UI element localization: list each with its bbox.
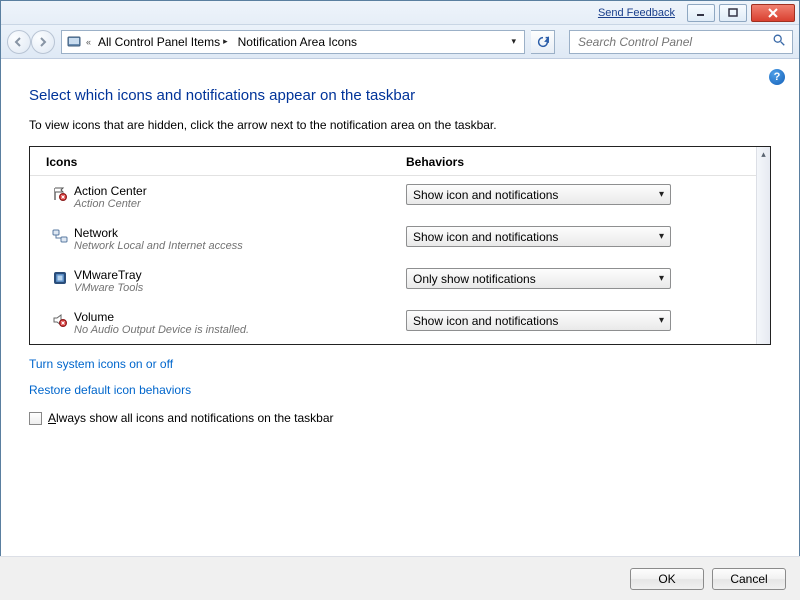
help-icon[interactable]: ? <box>769 69 785 85</box>
behavior-select[interactable]: Show icon and notifications <box>406 184 671 205</box>
icons-table: ▴ Icons Behaviors Action Center Action C… <box>29 146 771 345</box>
search-box[interactable] <box>569 30 793 54</box>
row-sub: Network Local and Internet access <box>74 240 406 252</box>
row-sub: VMware Tools <box>74 282 406 294</box>
page-title: Select which icons and notifications app… <box>29 87 771 104</box>
system-icons-link[interactable]: Turn system icons on or off <box>29 357 173 371</box>
vmware-icon <box>52 270 68 286</box>
content-pane: ? Select which icons and notifications a… <box>1 59 799 557</box>
titlebar: Send Feedback <box>1 1 799 25</box>
address-dropdown-icon[interactable]: ▾ <box>507 36 520 47</box>
ok-button[interactable]: OK <box>630 568 704 590</box>
navbar: « All Control Panel Items ▸ Notification… <box>1 25 799 59</box>
cancel-button[interactable]: Cancel <box>712 568 786 590</box>
scrollbar[interactable]: ▴ <box>756 147 770 344</box>
header-icons: Icons <box>46 155 406 169</box>
scroll-up-icon[interactable]: ▴ <box>757 147 770 161</box>
table-row: Volume No Audio Output Device is install… <box>30 302 756 344</box>
behavior-select[interactable]: Show icon and notifications <box>406 310 671 331</box>
address-bar[interactable]: « All Control Panel Items ▸ Notification… <box>61 30 525 54</box>
refresh-button[interactable] <box>531 30 555 54</box>
flag-icon <box>52 186 68 202</box>
row-name: Network <box>74 226 406 240</box>
row-sub: No Audio Output Device is installed. <box>74 324 406 336</box>
close-button[interactable] <box>751 4 795 22</box>
row-name: Volume <box>74 310 406 324</box>
network-icon <box>52 228 68 244</box>
always-show-label: Always show all icons and notifications … <box>48 411 334 425</box>
restore-defaults-link[interactable]: Restore default icon behaviors <box>29 383 191 397</box>
send-feedback-link[interactable]: Send Feedback <box>598 7 675 19</box>
behavior-select-label: Show icon and notifications <box>413 188 558 202</box>
volume-icon <box>52 312 68 328</box>
breadcrumb-parent[interactable]: All Control Panel Items ▸ <box>95 33 231 51</box>
search-icon[interactable] <box>772 33 786 50</box>
table-row: VMwareTray VMware Tools Only show notifi… <box>30 260 756 302</box>
page-description: To view icons that are hidden, click the… <box>29 118 771 132</box>
row-name: VMwareTray <box>74 268 406 282</box>
row-name: Action Center <box>74 184 406 198</box>
behavior-select[interactable]: Only show notifications <box>406 268 671 289</box>
maximize-button[interactable] <box>719 4 747 22</box>
behavior-select-label: Show icon and notifications <box>413 230 558 244</box>
breadcrumb-parent-label: All Control Panel Items <box>98 35 220 49</box>
forward-button[interactable] <box>31 30 55 54</box>
control-panel-icon <box>66 34 82 50</box>
chevron-left-icon: « <box>86 37 91 47</box>
chevron-right-icon: ▸ <box>223 36 228 47</box>
behavior-select-label: Only show notifications <box>413 272 536 286</box>
always-show-checkbox[interactable] <box>29 412 42 425</box>
breadcrumb-current[interactable]: Notification Area Icons <box>235 33 360 51</box>
breadcrumb-current-label: Notification Area Icons <box>238 35 357 49</box>
behavior-select[interactable]: Show icon and notifications <box>406 226 671 247</box>
table-row: Action Center Action Center Show icon an… <box>30 176 756 218</box>
minimize-button[interactable] <box>687 4 715 22</box>
table-row: Network Network Local and Internet acces… <box>30 218 756 260</box>
behavior-select-label: Show icon and notifications <box>413 314 558 328</box>
header-behaviors: Behaviors <box>406 155 464 169</box>
bottom-bar: OK Cancel <box>0 556 800 600</box>
row-sub: Action Center <box>74 198 406 210</box>
back-button[interactable] <box>7 30 31 54</box>
search-input[interactable] <box>576 34 772 50</box>
always-show-checkbox-row: Always show all icons and notifications … <box>29 411 771 425</box>
